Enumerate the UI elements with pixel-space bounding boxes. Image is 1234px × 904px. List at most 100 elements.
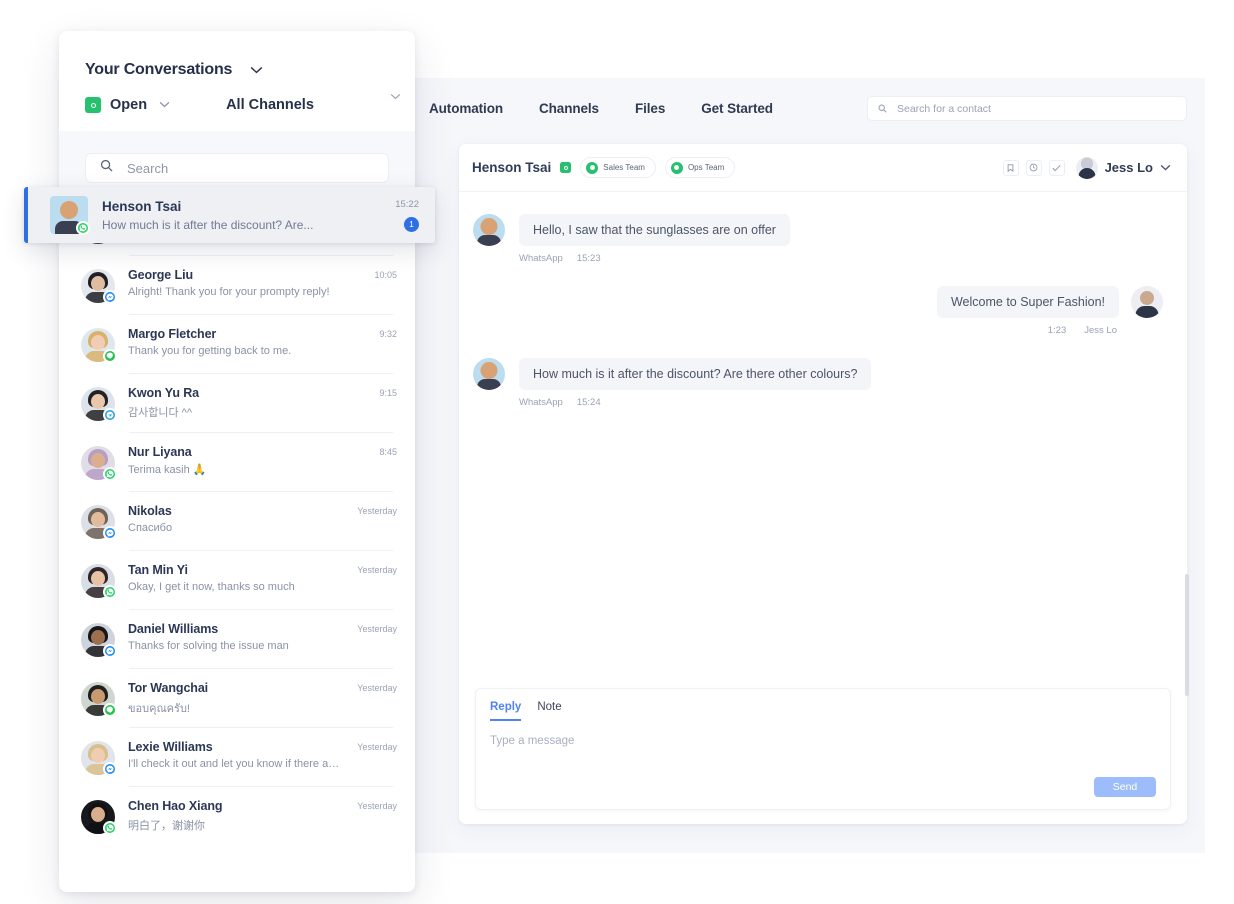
message-content: How much is it after the discount? Are t… (519, 358, 871, 408)
conversation-item[interactable]: Tor Wangchaiขอบคุณครับ!Yesterday (59, 669, 415, 728)
nav-links: Automation Channels Files Get Started (415, 101, 773, 116)
status-filter-label[interactable]: Open (110, 97, 147, 113)
avatar (473, 214, 505, 246)
channel-status-badge (560, 162, 571, 173)
message-content: Hello, I saw that the sunglasses are on … (519, 214, 790, 264)
chevron-down-icon[interactable] (250, 61, 263, 79)
avatar (473, 358, 505, 390)
conversation-item[interactable]: Lexie Williams I'll check it out and let … (59, 728, 415, 787)
conversation-item[interactable]: Tan Min YiOkay, I get it now, thanks so … (59, 551, 415, 610)
check-icon[interactable] (1049, 160, 1065, 176)
channel-filter-label[interactable]: All Channels (226, 97, 314, 113)
conversation-item[interactable]: George Liu Alright! Thank you for your pr… (59, 256, 415, 315)
message-input[interactable]: Type a message (490, 735, 1156, 747)
conversation-item[interactable]: NikolasСпасибоYesterday (59, 492, 415, 551)
conversation-text: Chen Hao Xiang明白了，谢谢你 (128, 799, 357, 833)
avatar (81, 269, 115, 303)
message-row-incoming: How much is it after the discount? Are t… (473, 358, 1163, 408)
message-composer: Reply Note Type a message Send (475, 688, 1171, 810)
unread-badge: 1 (404, 217, 419, 232)
conversation-text: Henson Tsai How much is it after the dis… (102, 199, 395, 232)
avatar (81, 800, 115, 834)
avatar (81, 505, 115, 539)
conversation-name: Nur Liyana (128, 445, 379, 459)
conversation-text: NikolasСпасибо (128, 504, 357, 534)
conversation-preview: 감사합니다 ^^ (128, 404, 343, 420)
messenger-icon (103, 290, 117, 304)
agent-avatar (1076, 157, 1098, 179)
conversation-text: Nur LiyanaTerima kasih 🙏 (128, 445, 379, 476)
chat-header-actions: Jess Lo (1003, 157, 1171, 179)
conversation-time: 15:22 (395, 199, 419, 210)
conversation-item[interactable]: Nur LiyanaTerima kasih 🙏8:45 (59, 433, 415, 492)
contact-search-input[interactable]: Search for a contact (867, 96, 1187, 121)
conversation-item[interactable]: Kwon Yu Ra 감사합니다 ^^ 9:15 (59, 374, 415, 433)
conversation-item[interactable]: Chen Hao Xiang明白了，谢谢你Yesterday (59, 787, 415, 846)
whatsapp-icon (76, 221, 90, 235)
avatar (81, 328, 115, 362)
conversation-text: Margo FletcherThank you for getting back… (128, 327, 379, 357)
status-filter-icon (85, 97, 101, 113)
whatsapp-icon (103, 821, 117, 835)
search-icon (878, 100, 887, 118)
tag-label: Sales Team (603, 163, 645, 172)
conversation-preview: Okay, I get it now, thanks so much (128, 581, 343, 593)
conversation-name: Kwon Yu Ra (128, 386, 379, 400)
conversation-time: 9:15 (379, 386, 397, 398)
chevron-down-icon[interactable] (390, 91, 401, 103)
sidebar-filters: Open All Channels (85, 97, 389, 113)
whatsapp-icon (103, 467, 117, 481)
message-bubble: How much is it after the discount? Are t… (519, 358, 871, 390)
message-time: 15:24 (577, 397, 601, 408)
conversation-preview: Thanks for solving the issue man (128, 640, 343, 652)
chat-card: Henson Tsai Sales Team Ops Team (459, 144, 1187, 824)
conversation-text: Tan Min YiOkay, I get it now, thanks so … (128, 563, 357, 593)
line-icon (103, 703, 117, 717)
search-input[interactable]: Search (85, 153, 389, 183)
tab-note[interactable]: Note (537, 701, 561, 721)
conversation-item[interactable]: Daniel WilliamsThanks for solving the is… (59, 610, 415, 669)
conversation-name: Lexie Williams (128, 740, 357, 754)
message-channel: WhatsApp (519, 253, 563, 264)
whatsapp-icon (103, 585, 117, 599)
conversation-preview: Спасибо (128, 522, 343, 534)
message-list: Hello, I saw that the sunglasses are on … (459, 192, 1187, 728)
avatar (81, 387, 115, 421)
messenger-icon (103, 762, 117, 776)
send-button[interactable]: Send (1094, 777, 1156, 797)
avatar (81, 623, 115, 657)
nav-link-get-started[interactable]: Get Started (701, 101, 773, 116)
tag-sales-team[interactable]: Sales Team (580, 157, 656, 178)
conversation-right: 15:22 1 (395, 199, 419, 232)
conversation-list: Grace Li好的，麻烦您！12:01George LiuAlright! T… (59, 197, 415, 857)
conversation-time: Yesterday (357, 681, 397, 693)
conversation-item-selected[interactable]: Henson Tsai How much is it after the dis… (24, 187, 435, 243)
contact-search-placeholder: Search for a contact (897, 103, 991, 115)
conversation-name: George Liu (128, 268, 374, 282)
tag-ops-team[interactable]: Ops Team (665, 157, 735, 178)
message-meta: 1:23 Jess Lo (937, 325, 1119, 336)
avatar (81, 446, 115, 480)
conversation-text: Lexie Williams I'll check it out and let … (128, 740, 357, 770)
conversation-item[interactable]: Margo FletcherThank you for getting back… (59, 315, 415, 374)
avatar (81, 682, 115, 716)
nav-link-channels[interactable]: Channels (539, 101, 599, 116)
bookmark-icon[interactable] (1003, 160, 1019, 176)
vertical-scrollbar[interactable] (1185, 574, 1189, 696)
conversation-preview: I'll check it out and let you know if th… (128, 758, 343, 770)
nav-link-automation[interactable]: Automation (429, 101, 503, 116)
conversation-time: 10:05 (374, 268, 397, 280)
chat-header: Henson Tsai Sales Team Ops Team (459, 144, 1187, 192)
chevron-down-icon[interactable] (1160, 162, 1171, 174)
top-navigation: Automation Channels Files Get Started Se… (415, 78, 1205, 138)
conversation-preview: Alright! Thank you for your prompty repl… (128, 286, 343, 298)
chevron-down-icon[interactable] (159, 99, 170, 111)
tab-reply[interactable]: Reply (490, 701, 521, 721)
conversations-sidebar: Your Conversations Open All Channels (59, 31, 415, 892)
conversation-text: Tor Wangchaiขอบคุณครับ! (128, 681, 357, 717)
conversation-time: Yesterday (357, 504, 397, 516)
avatar (1131, 286, 1163, 318)
nav-link-files[interactable]: Files (635, 101, 665, 116)
messenger-icon (103, 644, 117, 658)
clock-icon[interactable] (1026, 160, 1042, 176)
